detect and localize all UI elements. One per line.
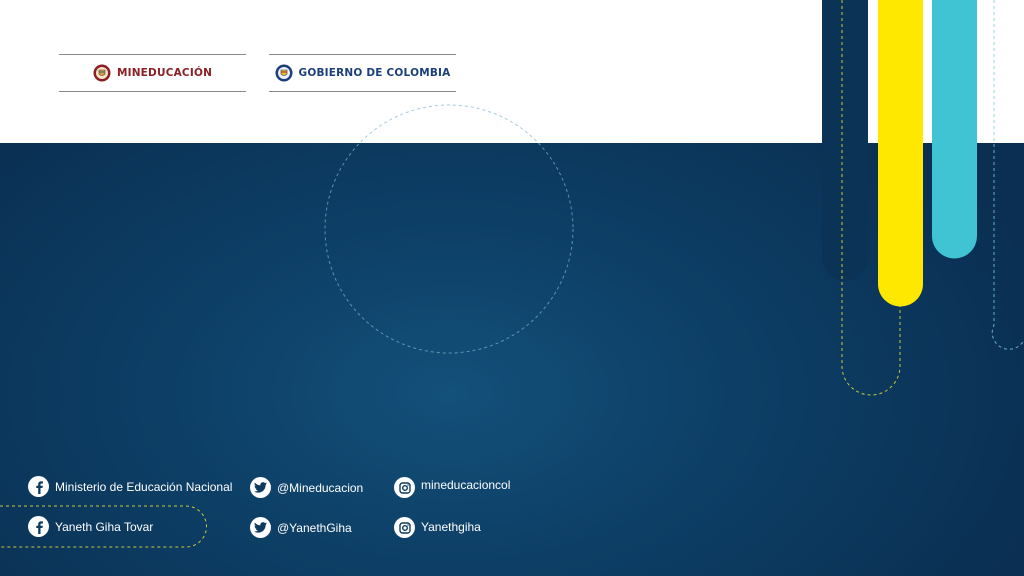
twitter-link-minister[interactable]: @YanethGiha xyxy=(250,517,352,538)
twitter-link-ministry[interactable]: @Mineducacion xyxy=(250,477,363,498)
twitter-icon xyxy=(250,477,271,498)
twitter-label: @YanethGiha xyxy=(277,520,352,535)
facebook-link-ministry[interactable]: Ministerio de Educación Nacional xyxy=(28,476,232,497)
instagram-label: Yanethgiha xyxy=(421,519,481,534)
instagram-link-minister[interactable]: Yanethgiha xyxy=(394,517,481,538)
cyan-pill xyxy=(932,0,977,259)
facebook-label: Yaneth Giha Tovar xyxy=(55,519,154,534)
twitter-icon xyxy=(250,517,271,538)
yellow-pill xyxy=(878,0,923,307)
facebook-label: Ministerio de Educación Nacional xyxy=(55,479,233,494)
instagram-link-ministry[interactable]: mineducacioncol xyxy=(394,477,510,498)
dashed-circle xyxy=(324,104,574,354)
dashed-right-outline xyxy=(991,0,1024,350)
instagram-icon xyxy=(394,517,415,538)
facebook-icon xyxy=(28,516,49,537)
twitter-label: @Mineducacion xyxy=(277,480,364,495)
instagram-label: mineducacioncol xyxy=(421,477,511,492)
instagram-icon xyxy=(394,477,415,498)
facebook-icon xyxy=(28,476,49,497)
navy-pill xyxy=(822,0,868,281)
facebook-link-minister[interactable]: Yaneth Giha Tovar xyxy=(28,516,153,537)
